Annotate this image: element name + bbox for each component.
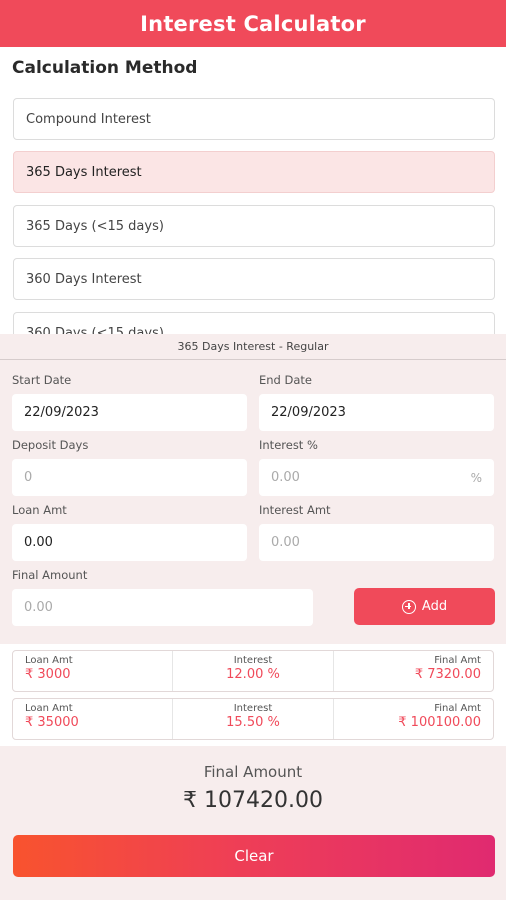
entry-interest-value: 12.00 % — [226, 667, 280, 682]
form-subtitle-text: 365 Days Interest - Regular — [177, 340, 329, 353]
entry-final-value: ₹ 7320.00 — [414, 667, 481, 682]
final-amount-total-value: ₹ 107420.00 — [183, 788, 323, 813]
entry-interest-label: Interest — [233, 703, 273, 714]
calculation-form: 365 Days Interest - Regular Start Date 2… — [0, 334, 506, 644]
add-button-label: Add — [421, 599, 448, 614]
deposit-days-placeholder: 0 — [24, 470, 33, 485]
entry-interest-value: 15.50 % — [226, 715, 280, 730]
entry-final-label: Final Amt — [434, 703, 481, 714]
end-date-value: 22/09/2023 — [271, 405, 346, 420]
entry-final-col: Final Amt ₹ 100100.00 — [332, 699, 493, 739]
app-header: Interest Calculator — [0, 0, 506, 47]
calculation-method-title: Calculation Method — [12, 58, 198, 78]
start-date-field[interactable]: 22/09/2023 — [12, 394, 247, 431]
entry-loan-col: Loan Amt ₹ 3000 — [13, 651, 172, 691]
deposit-days-field[interactable]: 0 — [12, 459, 247, 496]
method-option-compound[interactable]: Compound Interest — [13, 98, 495, 140]
add-circle-icon — [401, 599, 416, 614]
entry-loan-value: ₹ 3000 — [25, 667, 71, 682]
form-subtitle: 365 Days Interest - Regular — [0, 334, 506, 360]
entry-loan-value: ₹ 35000 — [25, 715, 79, 730]
deposit-days-label: Deposit Days — [12, 438, 89, 452]
entry-loan-col: Loan Amt ₹ 35000 — [13, 699, 172, 739]
interest-amt-label: Interest Amt — [259, 503, 331, 517]
method-option-360-days[interactable]: 360 Days Interest — [13, 258, 495, 300]
start-date-label: Start Date — [12, 373, 72, 387]
entry-row[interactable]: Loan Amt ₹ 3000 Interest 12.00 % Final A… — [12, 650, 494, 692]
interest-percent-placeholder: 0.00 — [271, 470, 300, 485]
entry-final-value: ₹ 100100.00 — [398, 715, 481, 730]
entry-interest-col: Interest 15.50 % — [172, 699, 332, 739]
interest-percent-label: Interest % — [259, 438, 318, 452]
final-amount-field[interactable]: 0.00 — [12, 589, 313, 626]
loan-amt-value: 0.00 — [24, 535, 53, 550]
entry-loan-label: Loan Amt — [25, 655, 73, 666]
clear-button-label: Clear — [234, 847, 274, 865]
end-date-label: End Date — [259, 373, 312, 387]
entry-loan-label: Loan Amt — [25, 703, 73, 714]
method-list[interactable]: Compound Interest 365 Days Interest 365 … — [0, 90, 506, 334]
app-title: Interest Calculator — [140, 11, 366, 36]
clear-button[interactable]: Clear — [13, 835, 495, 877]
final-amount-label: Final Amount — [12, 568, 88, 582]
start-date-value: 22/09/2023 — [24, 405, 99, 420]
interest-amt-placeholder: 0.00 — [271, 535, 300, 550]
entry-interest-label: Interest — [233, 655, 273, 666]
method-option-365-days[interactable]: 365 Days Interest — [13, 151, 495, 193]
end-date-field[interactable]: 22/09/2023 — [259, 394, 494, 431]
loan-amt-label: Loan Amt — [12, 503, 67, 517]
percent-suffix: % — [470, 470, 482, 485]
loan-amt-field[interactable]: 0.00 — [12, 524, 247, 561]
entry-final-label: Final Amt — [434, 655, 481, 666]
final-amount-placeholder: 0.00 — [24, 600, 53, 615]
final-amount-total-label: Final Amount — [203, 763, 303, 781]
entry-interest-col: Interest 12.00 % — [172, 651, 332, 691]
entry-final-col: Final Amt ₹ 7320.00 — [332, 651, 493, 691]
entry-row[interactable]: Loan Amt ₹ 35000 Interest 15.50 % Final … — [12, 698, 494, 740]
add-button[interactable]: Add — [354, 588, 495, 625]
method-option-365-days-under-15[interactable]: 365 Days (<15 days) — [13, 205, 495, 247]
summary-footer: Final Amount ₹ 107420.00 Clear — [0, 746, 506, 900]
entry-list: Loan Amt ₹ 3000 Interest 12.00 % Final A… — [0, 644, 506, 746]
interest-amt-field[interactable]: 0.00 — [259, 524, 494, 561]
interest-percent-field[interactable]: 0.00 % — [259, 459, 494, 496]
method-option-360-days-under-15[interactable]: 360 Days (<15 days) — [13, 312, 495, 334]
